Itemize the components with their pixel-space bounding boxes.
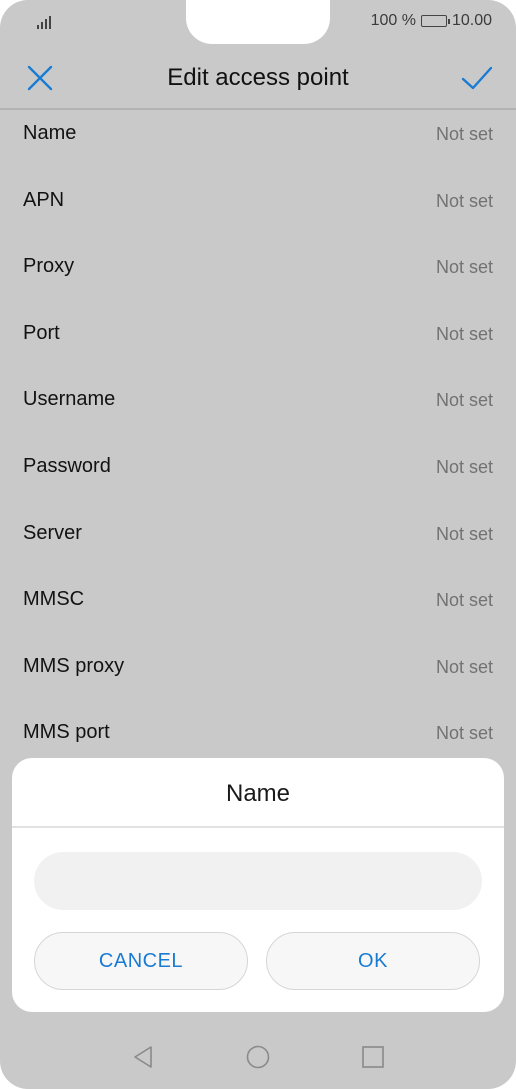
setting-row-proxy[interactable]: Proxy Not set xyxy=(0,233,516,300)
setting-row-server[interactable]: Server Not set xyxy=(0,500,516,567)
status-bar: 100 % 10.00 xyxy=(0,0,516,44)
back-triangle-icon[interactable] xyxy=(131,1045,155,1069)
ok-button[interactable]: OK xyxy=(266,932,480,990)
setting-label: Server xyxy=(23,521,82,544)
settings-list: Name Not set APN Not set Proxy Not set P… xyxy=(0,100,516,766)
setting-row-mms-proxy[interactable]: MMS proxy Not set xyxy=(0,633,516,700)
setting-value: Not set xyxy=(435,124,493,144)
setting-row-username[interactable]: Username Not set xyxy=(0,366,516,433)
dialog-title: Name xyxy=(225,780,291,807)
recents-square-icon[interactable] xyxy=(361,1045,385,1069)
setting-label: MMS port xyxy=(23,721,110,744)
setting-value: Not set xyxy=(435,523,493,544)
setting-value: Not set xyxy=(435,590,493,611)
setting-label: Username xyxy=(23,388,116,411)
app-bar: Edit access point xyxy=(0,48,516,108)
navigation-bar xyxy=(0,1027,516,1089)
setting-value: Not set xyxy=(435,723,493,744)
setting-label: Name xyxy=(23,122,77,144)
setting-row-port[interactable]: Port Not set xyxy=(0,300,516,367)
dialog-divider xyxy=(12,826,504,828)
battery-icon xyxy=(420,15,450,27)
setting-label: Proxy xyxy=(23,255,75,278)
setting-row-mmsc[interactable]: MMSC Not set xyxy=(0,566,516,633)
setting-label: MMS proxy xyxy=(23,654,125,677)
phone-screen: 100 % 10.00 Edit access point Name Not s… xyxy=(0,0,516,1089)
setting-value: Not set xyxy=(435,257,493,278)
page-title: Edit access point xyxy=(167,64,349,91)
name-input[interactable] xyxy=(34,852,482,910)
setting-label: Password xyxy=(23,454,111,477)
check-icon[interactable] xyxy=(460,62,494,94)
setting-value: Not set xyxy=(435,190,493,211)
status-right: 100 % 10.00 xyxy=(371,12,492,30)
setting-value: Not set xyxy=(435,456,493,477)
signal-strength-icon xyxy=(37,13,57,29)
setting-row-apn[interactable]: APN Not set xyxy=(0,167,516,234)
name-dialog: Name CANCEL OK xyxy=(12,758,504,1012)
setting-row-name[interactable]: Name Not set xyxy=(0,100,516,167)
setting-label: MMSC xyxy=(23,588,85,611)
setting-row-mms-port[interactable]: MMS port Not set xyxy=(0,699,516,766)
battery-percentage: 100 % xyxy=(370,12,416,29)
clock: 10.00 xyxy=(451,12,492,29)
setting-value: Not set xyxy=(435,323,493,344)
setting-label: APN xyxy=(23,188,65,211)
cancel-button[interactable]: CANCEL xyxy=(34,932,248,990)
setting-label: Port xyxy=(23,321,60,344)
setting-row-password[interactable]: Password Not set xyxy=(0,433,516,500)
setting-value: Not set xyxy=(435,656,493,677)
home-circle-icon[interactable] xyxy=(246,1045,270,1069)
setting-value: Not set xyxy=(435,390,493,411)
